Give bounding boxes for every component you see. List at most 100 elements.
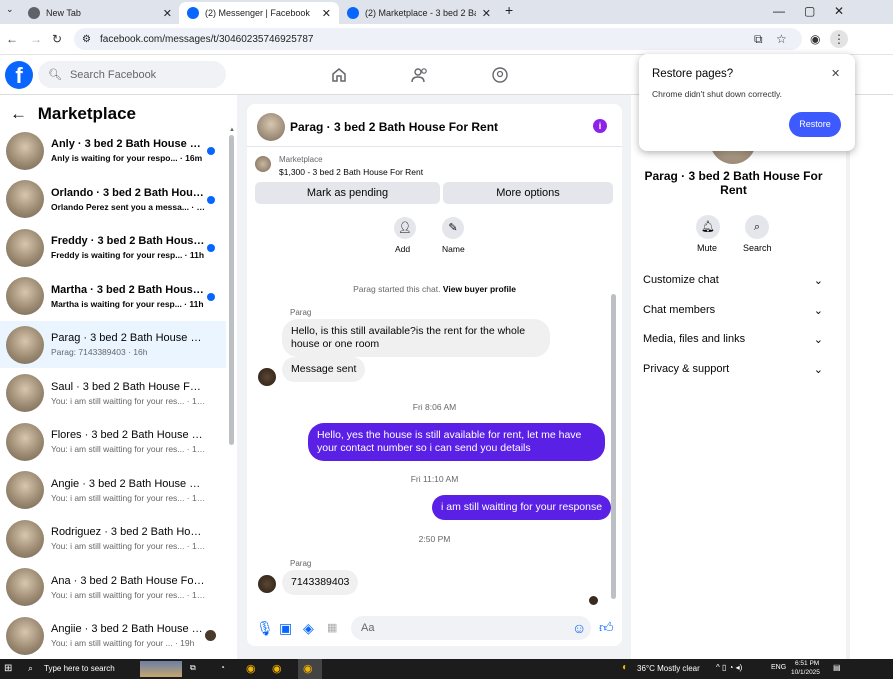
windows-taskbar: ⊞ ⌕ Type here to search ⧉ ◔ ◉ ◉ ◉ ◐ 36°C… bbox=[0, 659, 893, 679]
url-field[interactable]: ⚙ facebook.com/messages/t/30460235746925… bbox=[74, 28, 802, 50]
incoming-message[interactable]: Message sent bbox=[282, 357, 366, 382]
preview-time: 19h bbox=[191, 589, 206, 600]
privacy-support-section[interactable]: Privacy & support ⌄ bbox=[643, 363, 823, 376]
emoji-icon[interactable]: ☺ bbox=[572, 620, 586, 636]
conversation-item[interactable]: Parag · 3 bed 2 Bath House For ... Parag:… bbox=[0, 321, 226, 368]
profile-icon[interactable]: ◉ bbox=[810, 32, 820, 46]
site-info-icon[interactable]: ⚙ bbox=[82, 34, 91, 45]
more-options-button[interactable]: More options bbox=[443, 182, 613, 204]
page-scrollbar[interactable] bbox=[846, 95, 850, 659]
home-icon[interactable] bbox=[329, 65, 349, 85]
notification-icon[interactable]: ▤ bbox=[833, 663, 841, 672]
info-icon[interactable]: i bbox=[593, 119, 607, 133]
chat-members-section[interactable]: Chat members ⌄ bbox=[643, 304, 823, 317]
microphone-icon[interactable]: 🎙︎ bbox=[256, 620, 274, 637]
customize-chat-section[interactable]: Customize chat ⌄ bbox=[643, 274, 823, 287]
incoming-message[interactable]: 7143389403 bbox=[282, 570, 359, 595]
close-window-button[interactable]: ✕ bbox=[834, 4, 844, 18]
media-files-links-section[interactable]: Media, files and links ⌄ bbox=[643, 333, 823, 346]
tab-messenger[interactable]: (2) Messenger | Facebook ✕ bbox=[179, 2, 339, 24]
app-icon[interactable]: ◔ bbox=[220, 663, 225, 672]
conversation-name: Angie · 3 bed 2 Bath House For ... bbox=[51, 477, 206, 490]
preview-text: Anly is waiting for your respo... bbox=[51, 153, 178, 163]
conversation-item[interactable]: Angiie · 3 bed 2 Bath House F... You: i a… bbox=[0, 612, 226, 659]
chat-started-notice: Parag started this chat. View buyer prof… bbox=[247, 284, 622, 294]
conversation-item[interactable]: Anly · 3 bed 2 Bath House For ... Anly is… bbox=[0, 127, 226, 174]
add-person-icon[interactable]: 👤︎ bbox=[394, 217, 416, 239]
sticker-icon[interactable]: ◈ bbox=[303, 620, 314, 637]
clock-time[interactable]: 6:51 PM bbox=[795, 660, 819, 667]
reload-icon[interactable]: ↻ bbox=[52, 32, 62, 46]
gif-icon[interactable]: ▦ bbox=[327, 621, 337, 634]
task-view-icon[interactable]: ⧉ bbox=[190, 663, 196, 673]
conversation-name: Rodriguez · 3 bed 2 Bath House ... bbox=[51, 526, 206, 538]
view-buyer-profile-link[interactable]: View buyer profile bbox=[443, 284, 516, 294]
sender-avatar[interactable] bbox=[258, 368, 276, 386]
conversation-item[interactable]: Flores · 3 bed 2 Bath House For ... You: … bbox=[0, 418, 226, 465]
close-icon[interactable]: ✕ bbox=[482, 7, 491, 20]
chrome-icon[interactable]: ◉ bbox=[246, 662, 256, 675]
back-icon[interactable]: ← bbox=[6, 32, 18, 46]
avatar bbox=[6, 519, 44, 558]
search-highlight-image bbox=[140, 661, 182, 677]
chrome-icon[interactable]: ◉ bbox=[303, 662, 313, 675]
tab-search-icon[interactable]: ⌄ bbox=[6, 4, 14, 15]
page-title: Marketplace bbox=[37, 104, 137, 123]
avatar[interactable] bbox=[257, 113, 285, 141]
search-facebook-input[interactable]: 🔍︎ Search Facebook bbox=[38, 61, 226, 88]
sender-avatar[interactable] bbox=[258, 575, 276, 593]
menu-kebab-icon[interactable]: ⋮ bbox=[830, 30, 848, 48]
conversation-item[interactable]: Martha · 3 bed 2 Bath House F... Martha i… bbox=[0, 273, 226, 320]
install-icon[interactable]: ⧉ bbox=[754, 32, 763, 47]
scrollbar[interactable] bbox=[229, 135, 234, 445]
incoming-message[interactable]: Hello, is this still available?is the re… bbox=[282, 319, 550, 357]
edit-name-icon[interactable]: ✎ bbox=[442, 217, 464, 239]
listing-detail[interactable]: $1,300 - 3 bed 2 Bath House For Rent bbox=[279, 167, 423, 177]
mark-as-pending-button[interactable]: Mark as pending bbox=[255, 182, 440, 204]
read-receipt-avatar bbox=[589, 596, 598, 605]
close-icon[interactable]: ✕ bbox=[322, 7, 331, 20]
restore-pages-dialog: Restore pages? ✕ Chrome didn't shut down… bbox=[639, 54, 855, 151]
bell-icon[interactable]: 🔔︎ bbox=[696, 215, 720, 239]
windows-start-icon[interactable]: ⊞ bbox=[4, 663, 12, 674]
minimize-button[interactable]: — bbox=[773, 4, 785, 18]
friends-icon[interactable] bbox=[410, 65, 430, 85]
conversation-item[interactable]: Ana · 3 bed 2 Bath House For Re... You: i… bbox=[0, 564, 226, 611]
groups-icon[interactable] bbox=[490, 65, 510, 85]
chat-title[interactable]: Parag · 3 bed 2 Bath House For Rent bbox=[290, 120, 498, 134]
scroll-up-icon[interactable]: ▲ bbox=[229, 127, 235, 133]
weather-text[interactable]: 36°C Mostly clear bbox=[637, 664, 700, 673]
conversation-item[interactable]: Angie · 3 bed 2 Bath House For ... You: i… bbox=[0, 467, 226, 514]
tab-label: New Tab bbox=[46, 8, 81, 18]
conversation-item[interactable]: Rodriguez · 3 bed 2 Bath House ... You: i… bbox=[0, 515, 226, 562]
facebook-logo-icon[interactable]: f bbox=[5, 61, 33, 89]
scrollbar[interactable] bbox=[611, 294, 616, 599]
dialog-body: Chrome didn't shut down correctly. bbox=[652, 89, 782, 99]
maximize-button[interactable]: ▢ bbox=[804, 4, 815, 18]
tab-new-tab[interactable]: New Tab ✕ bbox=[20, 2, 180, 24]
search-icon[interactable]: ⌕ bbox=[28, 663, 33, 674]
forward-icon[interactable]: → bbox=[30, 32, 42, 46]
photo-icon[interactable]: ▣ bbox=[279, 620, 292, 637]
taskbar-search-input[interactable]: Type here to search bbox=[44, 664, 115, 673]
conversation-item[interactable]: Orlando · 3 bed 2 Bath House ... Orlando … bbox=[0, 176, 226, 223]
tab-marketplace[interactable]: (2) Marketplace - 3 bed 2 Bath ✕ bbox=[339, 2, 499, 24]
restore-button[interactable]: Restore bbox=[789, 112, 841, 137]
new-tab-button[interactable]: + bbox=[505, 2, 513, 18]
listing-label: Marketplace bbox=[279, 155, 323, 164]
outgoing-message[interactable]: i am still waitting for your response bbox=[432, 495, 612, 520]
bookmark-star-icon[interactable]: ☆ bbox=[776, 32, 787, 46]
thumbs-up-icon[interactable]: 👍︎ bbox=[599, 619, 614, 636]
conversation-item[interactable]: Freddy · 3 bed 2 Bath House F... Freddy i… bbox=[0, 224, 226, 271]
close-icon[interactable]: ✕ bbox=[163, 7, 172, 20]
conversation-item[interactable]: Saul · 3 bed 2 Bath House For R... You: i… bbox=[0, 370, 226, 417]
chrome-icon[interactable]: ◉ bbox=[272, 662, 282, 675]
message-input[interactable]: Aa bbox=[351, 616, 591, 640]
tray-icons[interactable]: ^ ▯ ◔ ◂) bbox=[716, 663, 742, 672]
close-icon[interactable]: ✕ bbox=[831, 67, 840, 80]
outgoing-message[interactable]: Hello, yes the house is still available … bbox=[308, 423, 605, 461]
language-indicator[interactable]: ENG bbox=[771, 664, 786, 671]
back-arrow-icon[interactable]: ← bbox=[10, 104, 27, 123]
search-icon[interactable]: ⌕ bbox=[745, 215, 769, 239]
clock-date[interactable]: 10/1/2025 bbox=[791, 669, 820, 676]
